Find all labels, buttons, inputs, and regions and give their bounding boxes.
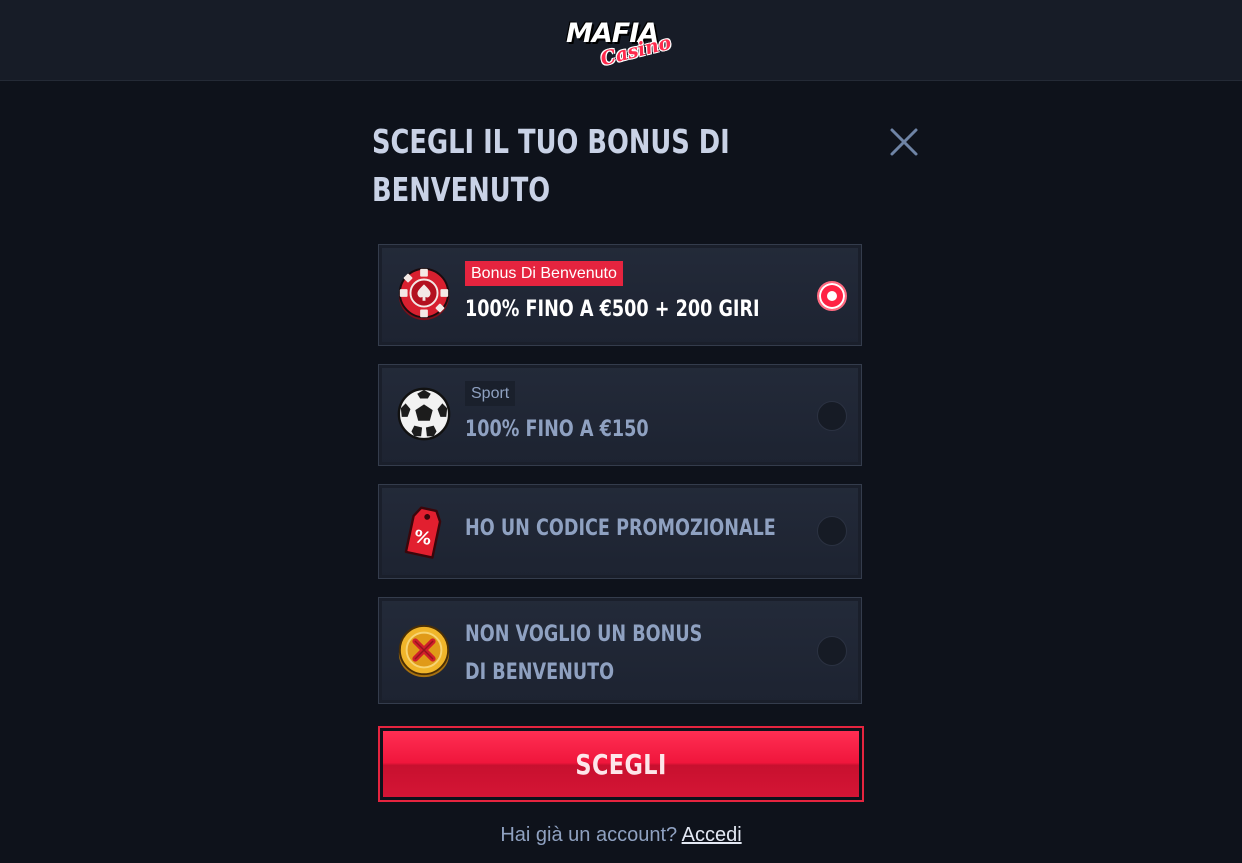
login-prompt: Hai già un account? Accedi (0, 824, 1242, 847)
bonus-option-label: NON VOGLIO UN BONUS DI BENVENUTO (465, 622, 703, 685)
bonus-option-no-bonus[interactable]: NON VOGLIO UN BONUS DI BENVENUTO (378, 597, 862, 704)
poker-chip-icon (398, 267, 450, 321)
radio-unselected[interactable] (817, 401, 847, 431)
radio-unselected[interactable] (817, 516, 847, 546)
choose-button-label: SCEGLI (575, 747, 667, 781)
modal-title: SCEGLI IL TUO BONUS DI BENVENUTO (372, 122, 730, 209)
no-bonus-coin-icon (398, 624, 450, 678)
radio-selected[interactable] (817, 281, 847, 311)
soccer-ball-icon (397, 387, 451, 441)
top-bar: MAFIA Casino (0, 0, 1242, 81)
bonus-option-promo-code[interactable]: % HO UN CODICE PROMOZIONALE (378, 484, 862, 579)
bonus-tag: Bonus Di Benvenuto (465, 261, 623, 286)
close-icon (890, 128, 918, 156)
login-question: Hai già un account? (500, 824, 678, 846)
bonus-option-sport[interactable]: Sport 100% FINO A €150 (378, 364, 862, 466)
sport-tag: Sport (465, 381, 516, 406)
bonus-option-label: 100% FINO A €500 + 200 GIRI (465, 297, 760, 322)
bonus-option-casino[interactable]: Bonus Di Benvenuto 100% FINO A €500 + 20… (378, 244, 862, 346)
choose-button[interactable]: SCEGLI (378, 726, 864, 802)
bonus-option-label: 100% FINO A €150 (465, 417, 649, 442)
promo-tag-icon: % (404, 506, 442, 559)
login-link[interactable]: Accedi (682, 824, 742, 846)
close-button[interactable] (886, 124, 922, 160)
radio-unselected[interactable] (817, 636, 847, 666)
mafia-casino-logo[interactable]: MAFIA Casino (560, 16, 684, 70)
choose-button-inner: SCEGLI (383, 731, 859, 797)
bonus-option-label: HO UN CODICE PROMOZIONALE (465, 516, 776, 541)
